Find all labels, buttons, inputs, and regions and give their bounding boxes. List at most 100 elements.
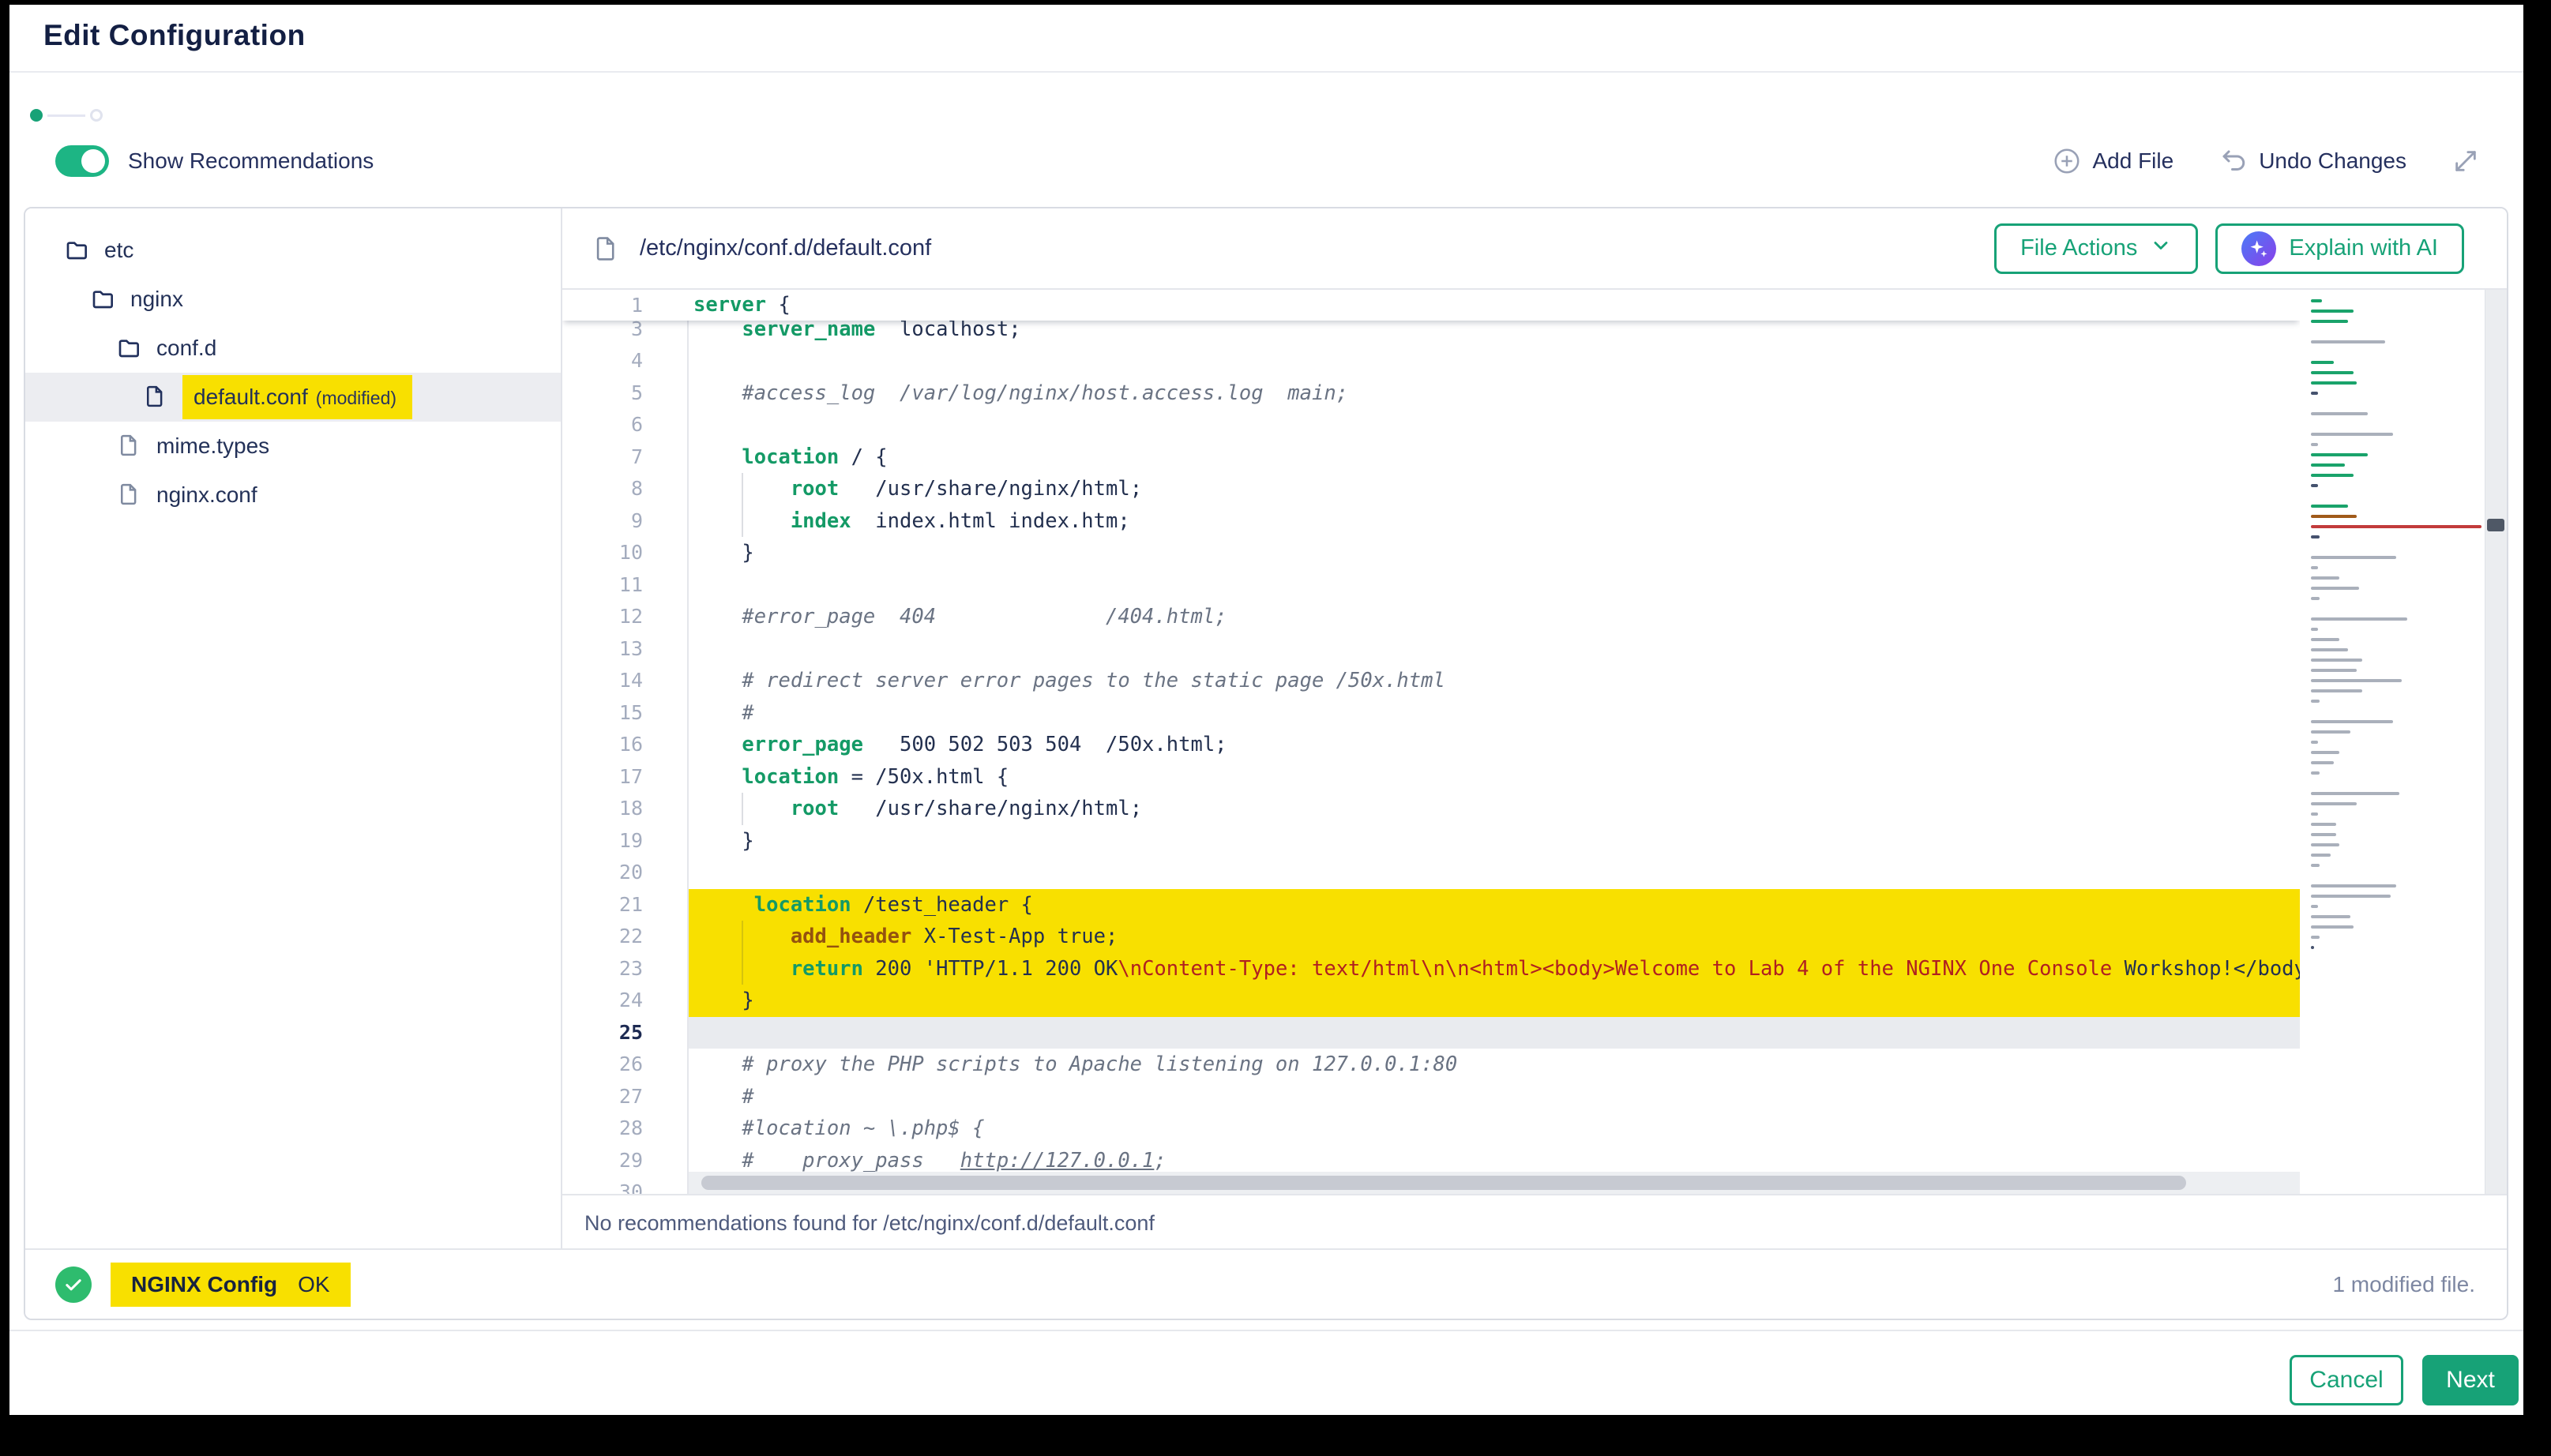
- code-lines: 1server {3 server_name localhost;45 #acc…: [562, 290, 2300, 1194]
- tree-item-conf-d[interactable]: conf.d: [25, 324, 561, 373]
- minimap-line: [2311, 566, 2318, 569]
- code-line[interactable]: 12 #error_page 404 /404.html;: [562, 601, 2300, 633]
- code-text: [687, 409, 2300, 441]
- file-actions-button[interactable]: File Actions: [1994, 223, 2198, 274]
- horizontal-scrollbar-thumb[interactable]: [701, 1176, 2186, 1190]
- tree-item-mime-types[interactable]: mime.types: [25, 422, 561, 471]
- code-line[interactable]: 19 }: [562, 825, 2300, 857]
- tree-item-nginx[interactable]: nginx: [25, 275, 561, 324]
- code-text: [687, 345, 2300, 377]
- minimap-line: [2311, 412, 2368, 415]
- minimap-line: [2311, 659, 2362, 662]
- minimap[interactable]: [2311, 299, 2483, 956]
- line-number: 4: [562, 345, 687, 377]
- undo-icon: [2219, 147, 2248, 175]
- code-line[interactable]: 8 root /usr/share/nginx/html;: [562, 473, 2300, 505]
- code-line[interactable]: 4: [562, 345, 2300, 377]
- tree-item-etc[interactable]: etc: [25, 226, 561, 275]
- line-number: 27: [562, 1081, 687, 1113]
- file-actions-label: File Actions: [2020, 235, 2137, 261]
- minimap-line: [2311, 463, 2345, 467]
- code-text: location = /50x.html {: [687, 761, 2300, 794]
- code-editor[interactable]: 1server {3 server_name localhost;45 #acc…: [562, 290, 2300, 1194]
- code-line[interactable]: 21 location /test_header {: [562, 889, 2300, 921]
- cancel-button[interactable]: Cancel: [2290, 1355, 2403, 1405]
- line-number: 7: [562, 441, 687, 474]
- code-line[interactable]: 20: [562, 857, 2300, 889]
- code-line[interactable]: 15 #: [562, 697, 2300, 730]
- code-line[interactable]: 18 root /usr/share/nginx/html;: [562, 793, 2300, 825]
- minimap-line: [2311, 381, 2357, 385]
- minimap-line: [2311, 597, 2320, 600]
- code-line[interactable]: 24 }: [562, 985, 2300, 1017]
- check-icon: [55, 1266, 92, 1303]
- add-file-button[interactable]: Add File: [2053, 147, 2173, 175]
- code-text: server_name localhost;: [687, 321, 2300, 345]
- code-line[interactable]: 26 # proxy the PHP scripts to Apache lis…: [562, 1049, 2300, 1081]
- vertical-scrollbar-thumb[interactable]: [2487, 519, 2504, 531]
- modified-badge: (modified): [316, 388, 396, 408]
- code-line[interactable]: 3 server_name localhost;: [562, 321, 2300, 345]
- code-line[interactable]: 22 add_header X-Test-App true;: [562, 921, 2300, 953]
- toggle-knob: [81, 149, 105, 173]
- minimap-line: [2311, 371, 2354, 374]
- top-toolbar: Add File Undo Changes: [2053, 139, 2479, 183]
- code-line[interactable]: 1server {: [562, 290, 2300, 321]
- horizontal-scrollbar[interactable]: [689, 1172, 2300, 1194]
- wizard-stepper: [30, 109, 103, 122]
- vertical-scrollbar[interactable]: [2485, 290, 2507, 1194]
- status-label: NGINX Config: [131, 1272, 277, 1297]
- edit-configuration-dialog: Edit Configuration Show Recommendations …: [9, 5, 2523, 1415]
- code-line[interactable]: 7 location / {: [562, 441, 2300, 474]
- minimap-line: [2311, 915, 2350, 918]
- tree-item-default-conf[interactable]: default.conf(modified): [25, 373, 561, 422]
- nginx-config-status-badge: NGINX Config OK: [111, 1263, 351, 1307]
- code-line[interactable]: 17 location = /50x.html {: [562, 761, 2300, 794]
- show-recommendations-toggle[interactable]: [55, 145, 109, 177]
- minimap-line: [2311, 679, 2402, 682]
- expand-icon: [2452, 148, 2479, 174]
- expand-button[interactable]: [2452, 148, 2479, 174]
- minimap-line: [2311, 812, 2318, 816]
- minimap-line: [2311, 771, 2320, 775]
- code-line[interactable]: 25: [562, 1017, 2300, 1049]
- undo-changes-button[interactable]: Undo Changes: [2219, 147, 2406, 175]
- code-text: }: [687, 825, 2300, 857]
- file-icon: [117, 482, 142, 508]
- code-line[interactable]: 6: [562, 409, 2300, 441]
- code-line[interactable]: 13: [562, 633, 2300, 666]
- code-line[interactable]: 27 #: [562, 1081, 2300, 1113]
- code-line[interactable]: 28 #location ~ \.php$ {: [562, 1113, 2300, 1145]
- minimap-line: [2311, 310, 2354, 313]
- line-number: 5: [562, 377, 687, 410]
- minimap-line: [2311, 505, 2348, 508]
- step-1-active-dot: [30, 109, 43, 122]
- code-line[interactable]: 5 #access_log /var/log/nginx/host.access…: [562, 377, 2300, 410]
- line-number: 15: [562, 697, 687, 730]
- line-number: 14: [562, 665, 687, 697]
- code-line[interactable]: 11: [562, 569, 2300, 602]
- folder-icon: [65, 238, 90, 263]
- code-text: server {: [687, 290, 2300, 321]
- code-line[interactable]: 23 return 200 'HTTP/1.1 200 OK\nContent-…: [562, 953, 2300, 985]
- line-number: 26: [562, 1049, 687, 1081]
- file-icon: [143, 385, 168, 410]
- code-line[interactable]: 10 }: [562, 537, 2300, 569]
- code-text: return 200 'HTTP/1.1 200 OK\nContent-Typ…: [687, 953, 2300, 985]
- code-line[interactable]: 9 index index.html index.htm;: [562, 505, 2300, 538]
- explain-with-ai-button[interactable]: Explain with AI: [2215, 223, 2464, 274]
- tree-item-nginx-conf[interactable]: nginx.conf: [25, 471, 561, 520]
- sparkle-icon: [2241, 231, 2276, 266]
- code-text: [687, 569, 2300, 602]
- line-number: 8: [562, 473, 687, 505]
- code-text: #access_log /var/log/nginx/host.access.l…: [687, 377, 2300, 410]
- code-text: location /test_header {: [687, 889, 2300, 921]
- next-button[interactable]: Next: [2422, 1355, 2519, 1405]
- minimap-line: [2311, 854, 2331, 857]
- code-line[interactable]: 16 error_page 500 502 503 504 /50x.html;: [562, 729, 2300, 761]
- line-number: 1: [562, 290, 687, 321]
- minimap-line: [2311, 689, 2362, 692]
- code-text: # proxy the PHP scripts to Apache listen…: [687, 1049, 2300, 1081]
- code-line[interactable]: 14 # redirect server error pages to the …: [562, 665, 2300, 697]
- file-tree: etcnginxconf.ddefault.conf(modified)mime…: [25, 208, 562, 1251]
